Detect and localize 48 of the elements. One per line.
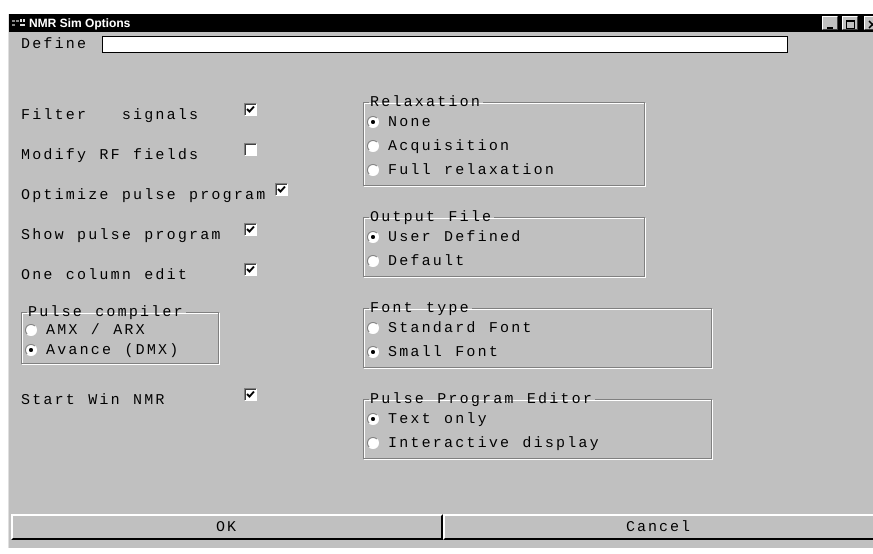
option-label: Show pulse program [21,226,224,244]
radio-label: Interactive display [388,434,601,452]
group-title: Relaxation [369,95,484,110]
radio-button[interactable] [367,346,379,358]
checkbox[interactable] [244,223,257,236]
checkbox[interactable] [244,143,257,156]
radio-label: None [388,114,433,130]
option-label: Filter signals [21,106,202,124]
radio-label: Acquisition [388,138,512,154]
group-title: Pulse compiler [27,305,186,320]
radio-label: Avance (DMX) [46,342,180,358]
radio-button[interactable] [367,231,379,243]
radio-button[interactable] [367,322,379,334]
radio-button[interactable] [25,344,37,356]
checkbox[interactable] [275,183,288,196]
radio-label: Standard Font [388,320,534,336]
option-label: Optimize pulse program [21,186,268,204]
radio-label: Default [388,252,466,270]
maximize-icon [846,20,854,29]
radio-label: AMX / ARX [46,322,147,338]
option-label: Start Win NMR [21,391,168,409]
group-title: Pulse Program Editor [369,392,596,407]
window-title: NMR Sim Options [29,16,130,30]
radio-button[interactable] [25,324,37,336]
radio-button[interactable] [367,164,379,176]
define-field[interactable] [102,36,788,53]
cancel-button[interactable]: Cancel [443,514,873,540]
radio-label: Text only [388,410,489,428]
ok-button[interactable]: OK [11,514,443,540]
maximize-button[interactable] [842,16,858,30]
radio-button[interactable] [367,140,379,152]
radio-button[interactable] [367,413,379,425]
radio-button[interactable] [367,437,379,449]
radio-button[interactable] [367,116,379,128]
radio-button[interactable] [367,255,379,267]
group-title: Font type [369,301,472,316]
radio-label: Full relaxation [388,162,556,178]
group-title: Output File [369,210,494,225]
define-label: Define [21,36,88,53]
radio-label: User Defined [388,228,522,246]
checkbox[interactable] [244,388,257,401]
radio-label: Small Font [388,344,500,360]
checkbox[interactable] [244,263,257,276]
option-label: Modify RF fields [21,146,202,164]
minimize-button[interactable] [822,16,838,30]
checkbox[interactable] [244,103,257,116]
app-icon [12,18,26,28]
option-label: One column edit [21,266,190,284]
